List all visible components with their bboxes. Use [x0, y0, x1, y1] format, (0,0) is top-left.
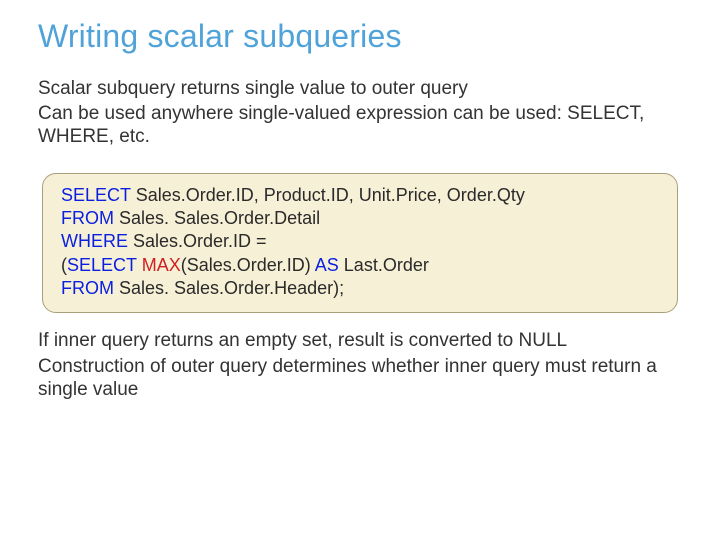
- code-text: Sales.Order.ID =: [128, 231, 267, 251]
- code-line-3: WHERE Sales.Order.ID =: [61, 230, 659, 253]
- keyword-where: WHERE: [61, 231, 128, 251]
- keyword-from: FROM: [61, 208, 114, 228]
- code-block: SELECT Sales.Order.ID, Product.ID, Unit.…: [42, 173, 678, 314]
- keyword-select-sub: SELECT: [67, 255, 137, 275]
- code-text: Last.Order: [339, 255, 429, 275]
- keyword-select: SELECT: [61, 185, 131, 205]
- intro-line-2: Can be used anywhere single-valued expre…: [38, 102, 682, 148]
- code-line-4: (SELECT MAX(Sales.Order.ID) AS Last.Orde…: [61, 254, 659, 277]
- keyword-max: MAX: [142, 255, 181, 275]
- code-line-5: FROM Sales. Sales.Order.Header);: [61, 277, 659, 300]
- slide-title: Writing scalar subqueries: [38, 18, 682, 55]
- code-line-2: FROM Sales. Sales.Order.Detail: [61, 207, 659, 230]
- code-text: Sales. Sales.Order.Header);: [114, 278, 344, 298]
- code-text: Sales. Sales.Order.Detail: [114, 208, 320, 228]
- outro-line-1: If inner query returns an empty set, res…: [38, 329, 682, 352]
- code-line-1: SELECT Sales.Order.ID, Product.ID, Unit.…: [61, 184, 659, 207]
- keyword-from-sub: FROM: [61, 278, 114, 298]
- intro-line-1: Scalar subquery returns single value to …: [38, 77, 682, 100]
- code-text: Sales.Order.ID, Product.ID, Unit.Price, …: [131, 185, 525, 205]
- keyword-as: AS: [315, 255, 339, 275]
- code-text: (Sales.Order.ID): [181, 255, 315, 275]
- outro-line-2: Construction of outer query determines w…: [38, 355, 682, 401]
